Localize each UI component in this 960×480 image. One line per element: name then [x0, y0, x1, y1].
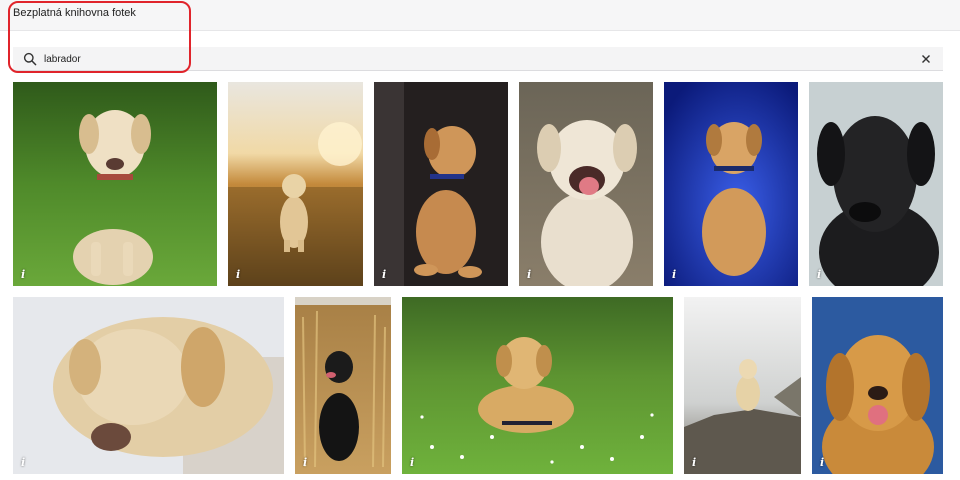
title-bar: Bezplatná knihovna fotek: [0, 0, 960, 31]
info-icon[interactable]: i: [410, 456, 414, 469]
labrador-rock-photo: [684, 297, 801, 474]
golden-retriever-meadow-photo: [402, 297, 673, 474]
labrador-blue-studio-photo: [664, 82, 798, 286]
photo-tile[interactable]: i: [228, 82, 363, 286]
window-title: Bezplatná knihovna fotek: [13, 7, 136, 19]
photo-tile[interactable]: i: [374, 82, 508, 286]
golden-retriever-portrait-photo: [812, 297, 943, 474]
photo-tile[interactable]: i: [295, 297, 391, 474]
labrador-sunset-photo: [228, 82, 363, 286]
black-labrador-wheat-photo: [295, 297, 391, 474]
info-icon[interactable]: i: [236, 268, 240, 281]
clear-search-button[interactable]: [917, 50, 935, 68]
info-icon[interactable]: i: [817, 268, 821, 281]
photo-tile[interactable]: i: [809, 82, 943, 286]
info-icon[interactable]: i: [21, 268, 25, 281]
photo-tile[interactable]: i: [402, 297, 673, 474]
smiling-labrador-photo: [519, 82, 653, 286]
info-icon[interactable]: i: [672, 268, 676, 281]
photo-tile[interactable]: i: [13, 82, 217, 286]
photo-tile[interactable]: i: [684, 297, 801, 474]
labrador-lying-photo: [13, 297, 284, 474]
info-icon[interactable]: i: [692, 456, 696, 469]
labrador-puppy-dark-photo: [374, 82, 508, 286]
info-icon[interactable]: i: [382, 268, 386, 281]
info-icon[interactable]: i: [21, 456, 25, 469]
search-bar[interactable]: [13, 47, 943, 71]
info-icon[interactable]: i: [527, 268, 531, 281]
info-icon[interactable]: i: [303, 456, 307, 469]
labrador-puppy-photo: [13, 82, 217, 286]
black-labrador-photo: [809, 82, 943, 286]
photo-tile[interactable]: i: [519, 82, 653, 286]
search-input[interactable]: [44, 50, 904, 68]
close-icon: [922, 55, 930, 63]
photo-tile[interactable]: i: [664, 82, 798, 286]
info-icon[interactable]: i: [820, 456, 824, 469]
photo-tile[interactable]: i: [812, 297, 943, 474]
photo-tile[interactable]: i: [13, 297, 284, 474]
search-icon: [23, 52, 37, 66]
